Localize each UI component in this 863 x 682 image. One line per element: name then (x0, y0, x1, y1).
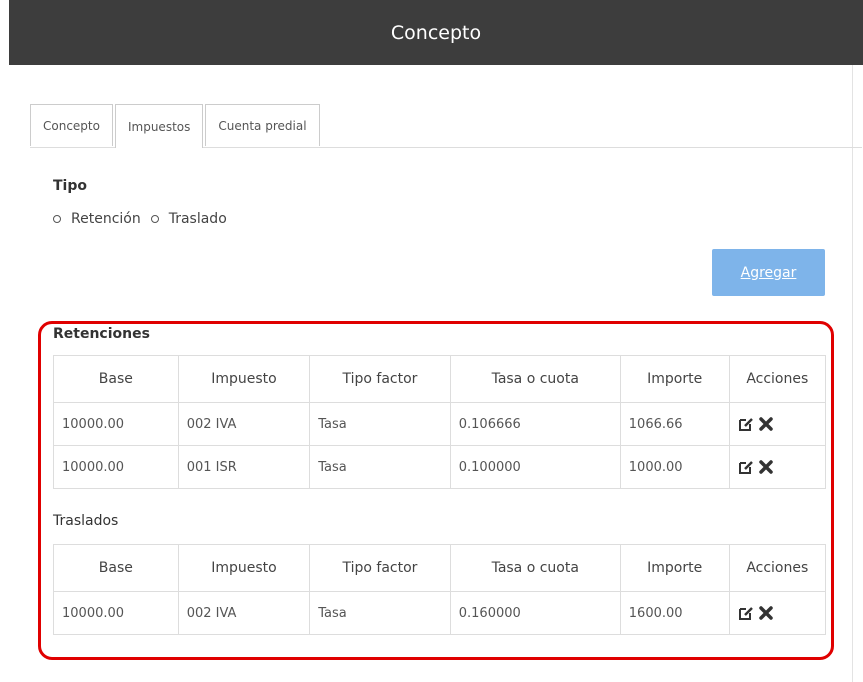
col-tasa-cuota: Tasa o cuota (449, 544, 621, 592)
tab-concepto[interactable]: Concepto (30, 104, 113, 146)
edit-icon[interactable] (738, 416, 754, 432)
edit-icon[interactable] (738, 605, 754, 621)
col-importe: Importe (619, 355, 730, 403)
col-acciones: Acciones (728, 544, 827, 592)
col-tasa-cuota: Tasa o cuota (449, 355, 621, 403)
radio-traslado-label: Traslado (168, 211, 227, 227)
table-row: 10000.00 002 IVA Tasa 0.160000 1600.00 (53, 591, 827, 635)
page-title: Concepto (390, 21, 482, 44)
cell-acciones (728, 445, 827, 489)
cell-base: 10000.00 (53, 591, 179, 635)
cell-tasa: 0.100000 (449, 445, 621, 489)
table-row: 10000.00 001 ISR Tasa 0.100000 1000.00 (53, 445, 827, 489)
delete-icon[interactable] (758, 459, 774, 475)
retenciones-table: Base Impuesto Tipo factor Tasa o cuota I… (53, 355, 827, 489)
cell-importe: 1066.66 (619, 402, 730, 446)
table-header-row: Base Impuesto Tipo factor Tasa o cuota I… (53, 544, 827, 592)
radio-circle[interactable] (150, 215, 159, 223)
col-impuesto: Impuesto (177, 544, 311, 592)
tab-cuenta-predial[interactable]: Cuenta predial (205, 104, 320, 146)
cell-tipo-factor: Tasa (309, 402, 451, 446)
table-row: 10000.00 002 IVA Tasa 0.106666 1066.66 (53, 402, 827, 446)
cell-acciones (728, 591, 827, 635)
edit-icon[interactable] (738, 459, 754, 475)
cell-tipo-factor: Tasa (309, 445, 451, 489)
cell-base: 10000.00 (53, 445, 179, 489)
cell-impuesto: 001 ISR (177, 445, 311, 489)
agregar-button[interactable]: Agregar (712, 249, 825, 296)
cell-acciones (728, 402, 827, 446)
radio-retencion[interactable]: Retención (53, 211, 141, 227)
tipo-label: Tipo (53, 178, 87, 194)
cell-importe: 1000.00 (619, 445, 730, 489)
cell-impuesto: 002 IVA (177, 591, 311, 635)
col-acciones: Acciones (728, 355, 827, 403)
cell-tipo-factor: Tasa (309, 591, 451, 635)
col-importe: Importe (619, 544, 730, 592)
traslados-title: Traslados (53, 513, 119, 529)
col-base: Base (53, 544, 179, 592)
tab-bar: Concepto Impuestos Cuenta predial (30, 104, 862, 148)
radio-circle[interactable] (53, 215, 61, 223)
cell-tasa: 0.160000 (449, 591, 621, 635)
col-tipo-factor: Tipo factor (309, 544, 451, 592)
delete-icon[interactable] (758, 416, 774, 432)
tipo-radio-group: Retención Traslado (53, 211, 237, 227)
col-tipo-factor: Tipo factor (309, 355, 451, 403)
col-impuesto: Impuesto (177, 355, 311, 403)
cell-impuesto: 002 IVA (177, 402, 311, 446)
tab-impuestos[interactable]: Impuestos (114, 104, 204, 148)
radio-traslado[interactable]: Traslado (150, 211, 227, 227)
table-header-row: Base Impuesto Tipo factor Tasa o cuota I… (53, 355, 827, 403)
radio-retencion-label: Retención (71, 211, 141, 227)
header-bar: Concepto (9, 0, 863, 65)
cell-tasa: 0.106666 (449, 402, 621, 446)
delete-icon[interactable] (758, 605, 774, 621)
col-base: Base (53, 355, 179, 403)
cell-importe: 1600.00 (619, 591, 730, 635)
cell-base: 10000.00 (53, 402, 179, 446)
retenciones-title: Retenciones (53, 326, 150, 342)
traslados-table: Base Impuesto Tipo factor Tasa o cuota I… (53, 544, 827, 635)
